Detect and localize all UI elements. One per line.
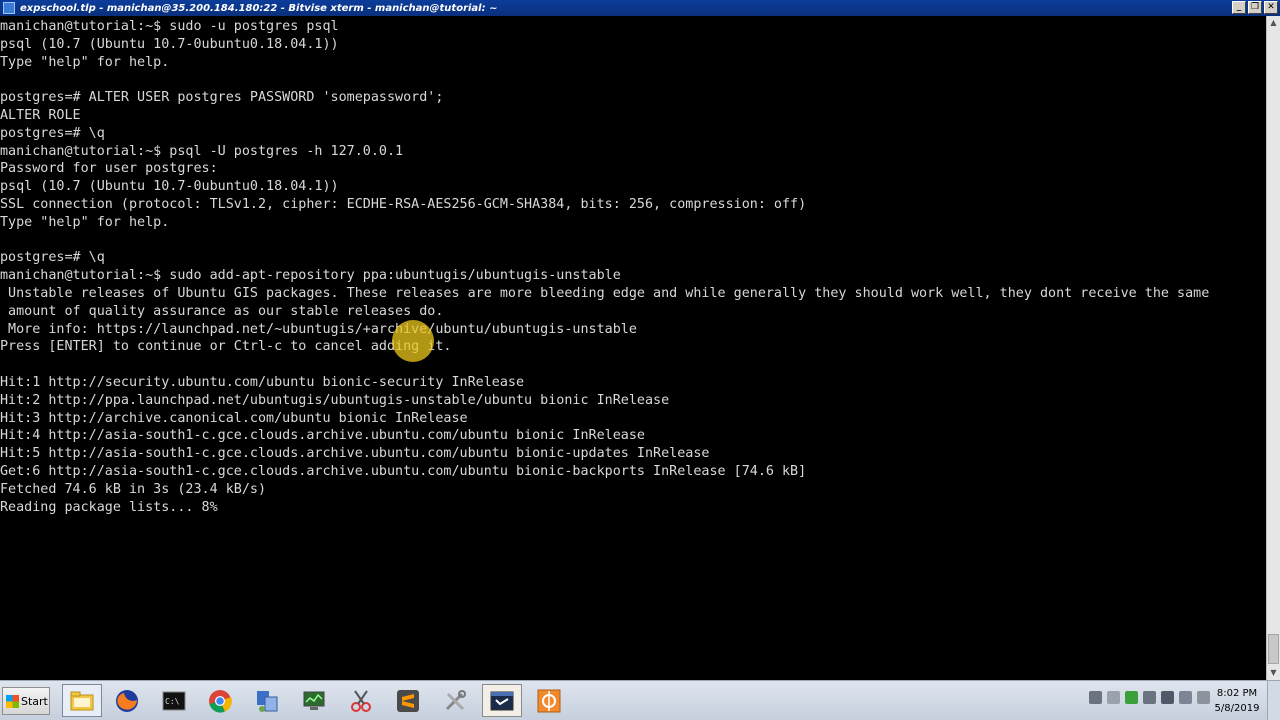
terminal-line: Hit:5 http://asia-south1-c.gce.clouds.ar… xyxy=(0,446,710,462)
terminal-monitor-icon[interactable] xyxy=(294,684,334,717)
terminal-line: Password for user postgres: xyxy=(0,161,218,177)
taskbar: Start C:\ 8:02 PM 5/8/2019 xyxy=(0,680,1280,720)
terminal-output[interactable]: manichan@tutorial:~$ sudo -u postgres ps… xyxy=(0,18,1266,680)
taskbar-clock[interactable]: 8:02 PM 5/8/2019 xyxy=(1210,686,1264,716)
terminal-line: psql (10.7 (Ubuntu 10.7-0ubuntu0.18.04.1… xyxy=(0,179,339,195)
bitvise-xterm-icon[interactable] xyxy=(482,684,522,717)
bitvise-client-icon[interactable] xyxy=(529,684,569,717)
tools-icon[interactable] xyxy=(435,684,475,717)
action-center-flag-icon[interactable] xyxy=(1197,691,1210,704)
mouse-cursor-highlight xyxy=(392,320,434,362)
network-connections-icon[interactable] xyxy=(247,684,287,717)
firefox-icon[interactable] xyxy=(107,684,147,717)
network-signal-icon[interactable] xyxy=(1179,691,1192,704)
tray-display-icon[interactable] xyxy=(1107,691,1120,704)
terminal-line: Hit:1 http://security.ubuntu.com/ubuntu … xyxy=(0,374,525,390)
terminal-line: postgres=# \q xyxy=(0,250,105,266)
terminal-line: Type "help" for help. xyxy=(0,214,170,230)
terminal-line: Hit:4 http://asia-south1-c.gce.clouds.ar… xyxy=(0,428,645,444)
close-button[interactable]: ✕ xyxy=(1264,1,1278,14)
terminal-line: Unstable releases of Ubuntu GIS packages… xyxy=(0,285,1210,301)
snipping-tool-icon[interactable] xyxy=(341,684,381,717)
terminal-line: ALTER ROLE xyxy=(0,107,81,123)
tray-settings-icon[interactable] xyxy=(1089,691,1102,704)
start-label: Start xyxy=(21,694,48,708)
start-button[interactable]: Start xyxy=(2,687,50,715)
terminal-line: psql (10.7 (Ubuntu 10.7-0ubuntu0.18.04.1… xyxy=(0,36,339,52)
terminal-line: Fetched 74.6 kB in 3s (23.4 kB/s) xyxy=(0,481,267,497)
show-desktop-button[interactable] xyxy=(1267,681,1280,720)
scroll-thumb[interactable] xyxy=(1268,634,1279,664)
file-explorer-icon[interactable] xyxy=(62,684,102,717)
terminal-line: Hit:3 http://archive.canonical.com/ubunt… xyxy=(0,410,468,426)
windows-logo-icon xyxy=(6,694,19,708)
terminal-line: Press [ENTER] to continue or Ctrl-c to c… xyxy=(0,339,452,355)
window-titlebar: expschool.tlp - manichan@35.200.184.180:… xyxy=(0,0,1280,16)
terminal-line: manichan@tutorial:~$ psql -U postgres -h… xyxy=(0,143,404,159)
tray-copy-icon[interactable] xyxy=(1143,691,1156,704)
tray-status-icon[interactable] xyxy=(1125,691,1138,704)
terminal-line: Type "help" for help. xyxy=(0,54,170,70)
minimize-button[interactable]: _ xyxy=(1232,1,1246,14)
terminal-line: SSL connection (protocol: TLSv1.2, ciphe… xyxy=(0,196,807,212)
terminal-line: amount of quality assurance as our stabl… xyxy=(0,303,444,319)
clock-date: 5/8/2019 xyxy=(1214,703,1260,714)
window-controls: _ ❐ ✕ xyxy=(1232,1,1278,14)
terminal-line: Reading package lists... 8% xyxy=(0,499,218,515)
terminal-line: manichan@tutorial:~$ sudo add-apt-reposi… xyxy=(0,268,621,284)
sublime-text-icon[interactable] xyxy=(388,684,428,717)
terminal-line: Get:6 http://asia-south1-c.gce.clouds.ar… xyxy=(0,463,807,479)
volume-icon[interactable] xyxy=(1161,691,1174,704)
terminal-scrollbar[interactable]: ▲ ▼ xyxy=(1266,16,1280,680)
svg-text:C:\: C:\ xyxy=(165,697,180,706)
chrome-icon[interactable] xyxy=(200,684,240,717)
system-tray xyxy=(1089,691,1210,704)
command-prompt-icon[interactable]: C:\ xyxy=(154,684,194,717)
terminal-line: Hit:2 http://ppa.launchpad.net/ubuntugis… xyxy=(0,392,670,408)
terminal-line: postgres=# \q xyxy=(0,125,105,141)
terminal-line: manichan@tutorial:~$ sudo -u postgres ps… xyxy=(0,19,339,34)
clock-time: 8:02 PM xyxy=(1216,688,1258,699)
terminal-line: More info: https://launchpad.net/~ubuntu… xyxy=(0,321,637,337)
app-icon xyxy=(3,2,15,14)
terminal-line: postgres=# ALTER USER postgres PASSWORD … xyxy=(0,90,444,106)
restore-button[interactable]: ❐ xyxy=(1248,1,1262,14)
scroll-down-arrow-icon[interactable]: ▼ xyxy=(1267,666,1280,680)
window-title: expschool.tlp - manichan@35.200.184.180:… xyxy=(20,2,498,14)
scroll-up-arrow-icon[interactable]: ▲ xyxy=(1267,16,1280,30)
